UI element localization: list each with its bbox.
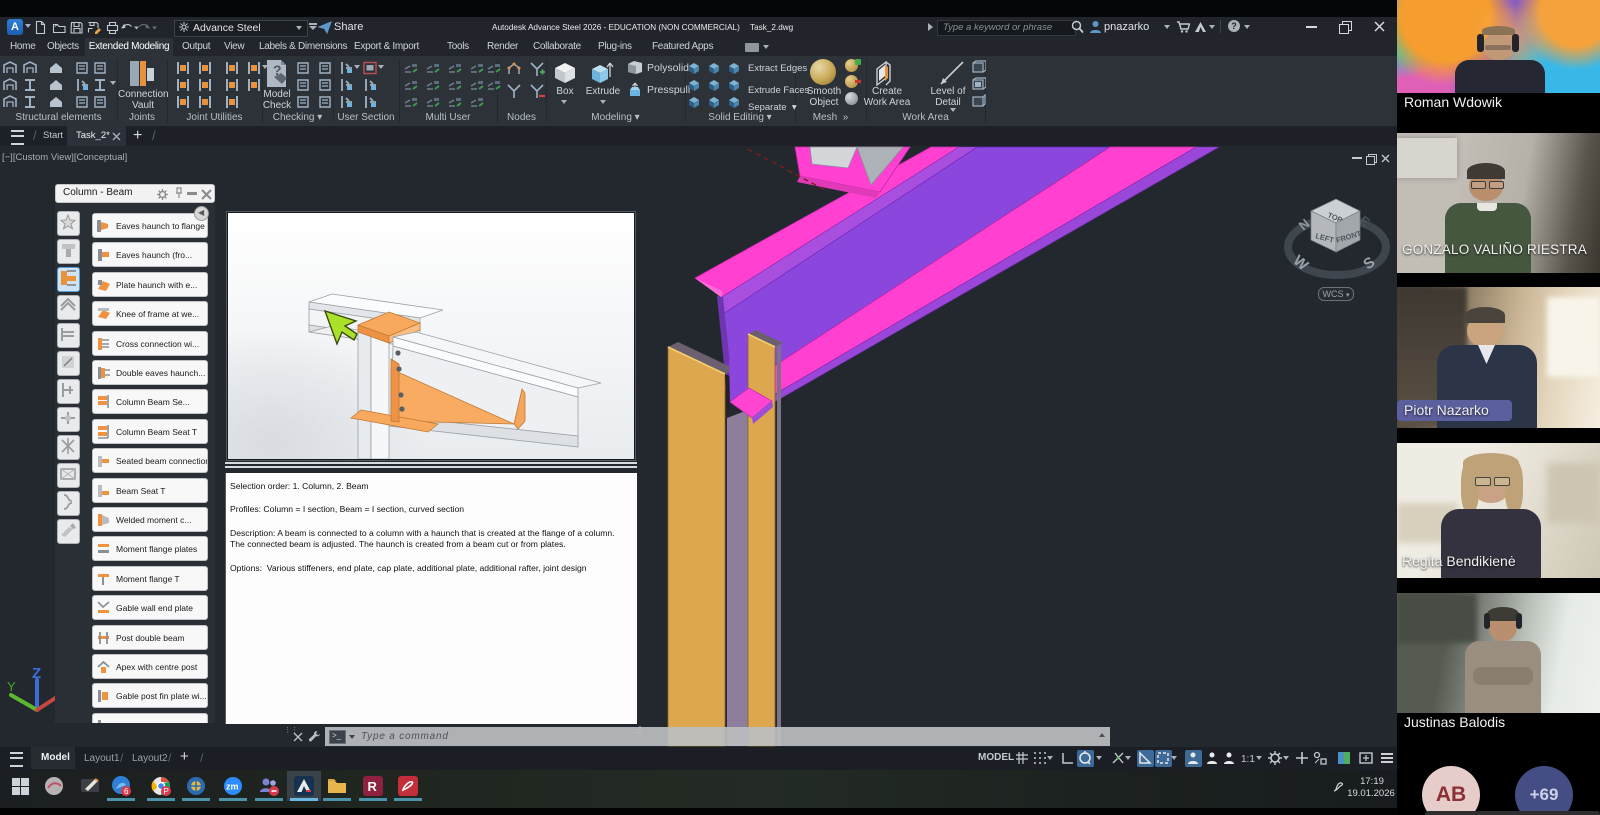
svg-text:1:1: 1:1 bbox=[1241, 754, 1255, 765]
svg-text:P: P bbox=[164, 787, 169, 796]
svg-text:R: R bbox=[368, 779, 378, 794]
svg-text:zm: zm bbox=[226, 782, 239, 792]
svg-text:Y: Y bbox=[7, 679, 16, 694]
svg-text:6: 6 bbox=[124, 787, 129, 796]
svg-text:Z: Z bbox=[32, 665, 41, 682]
